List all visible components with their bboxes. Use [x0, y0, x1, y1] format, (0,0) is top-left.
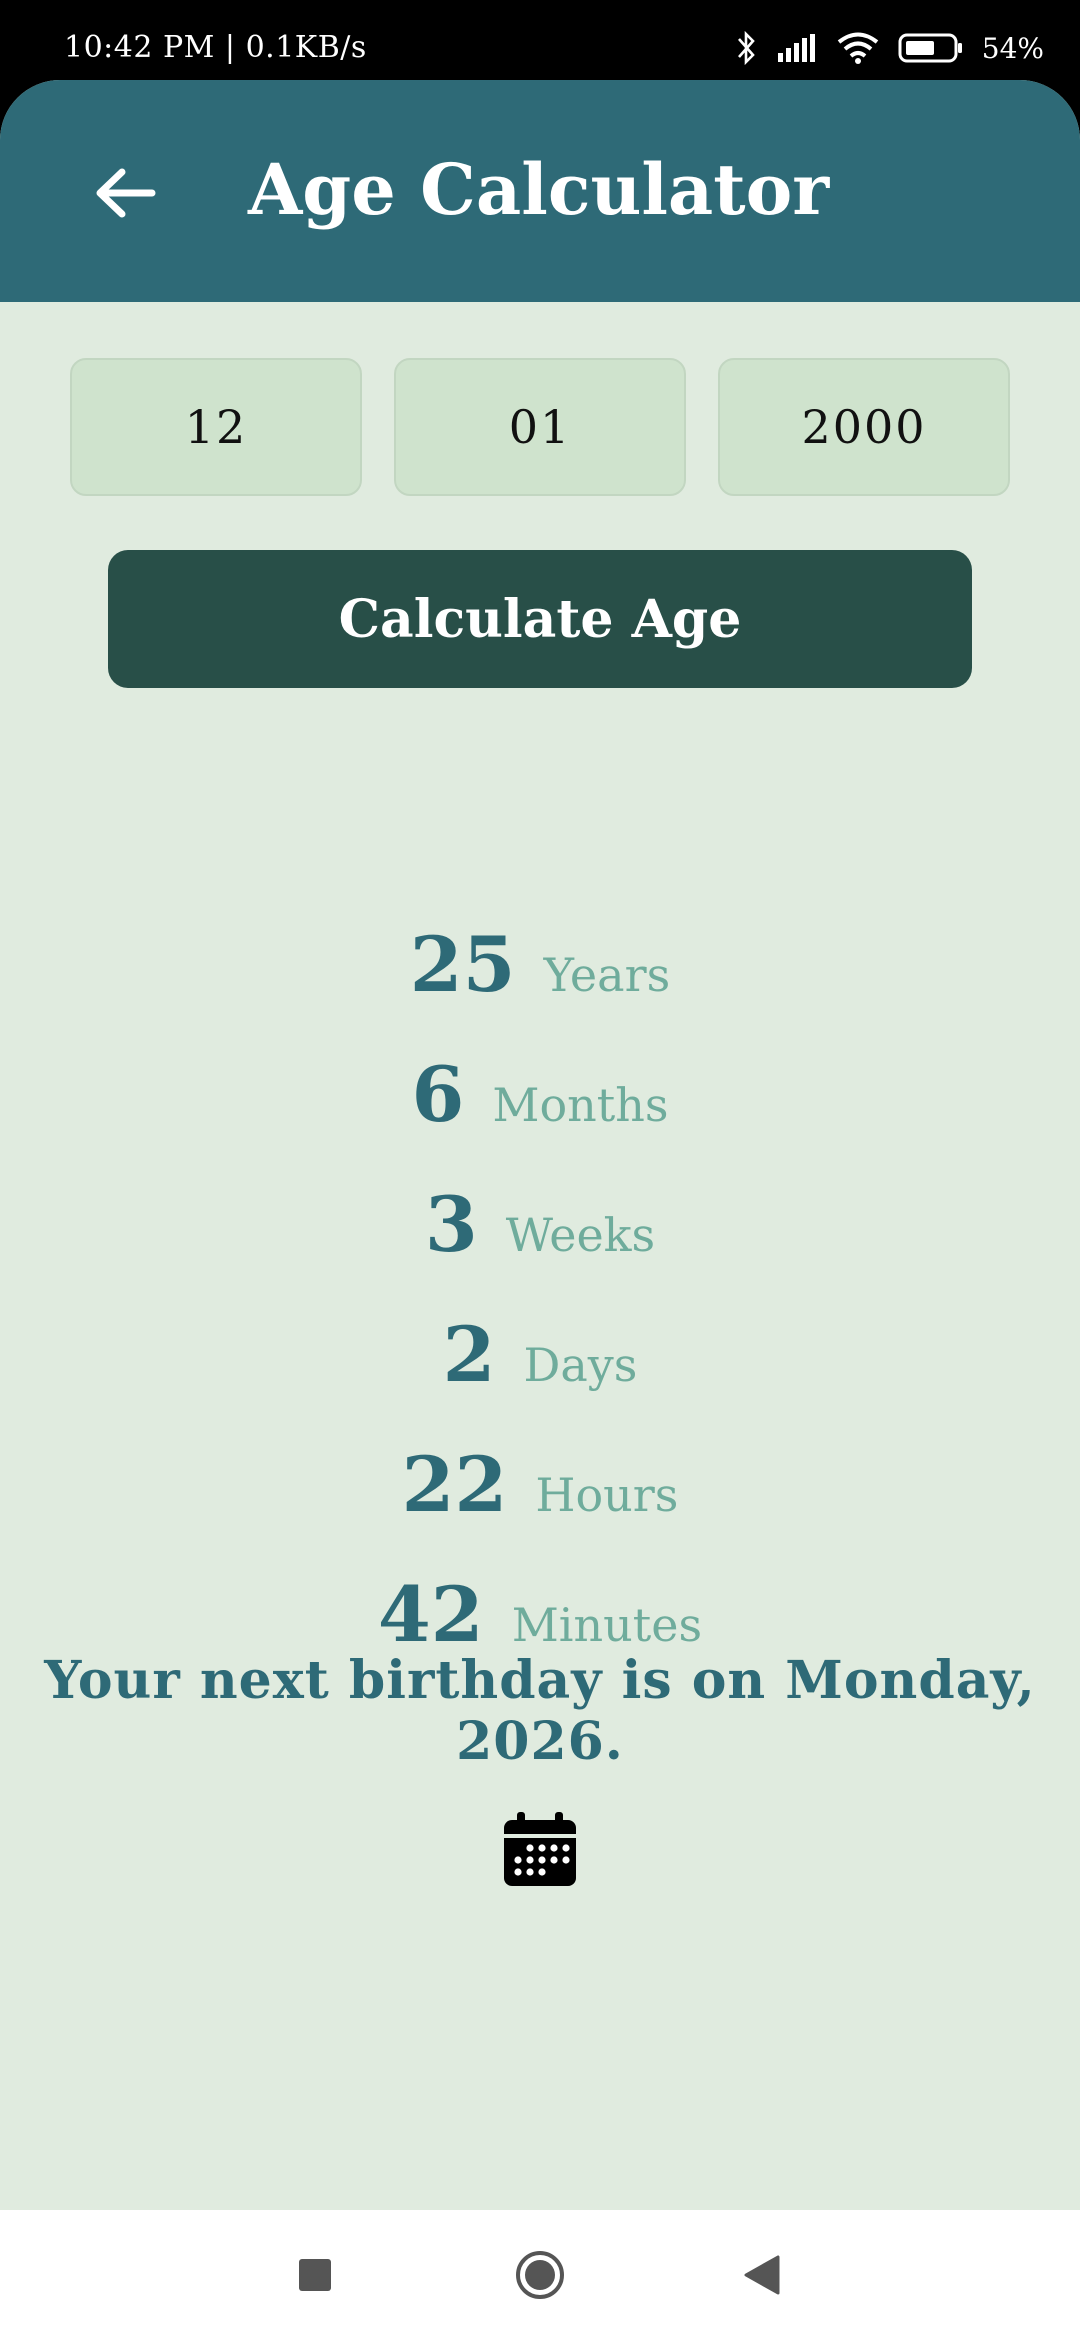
battery-icon: [898, 33, 962, 63]
result-days: 2 Days: [0, 1310, 1080, 1410]
result-value: 2: [442, 1310, 496, 1399]
date-inputs: 12 01 2000: [70, 358, 1010, 496]
next-birthday-text: Your next birthday is on Monday, 2026.: [44, 1650, 1036, 1772]
wifi-icon: [837, 32, 879, 64]
result-value: 22: [401, 1440, 508, 1529]
recents-square-icon: [299, 2259, 331, 2291]
page-title: Age Calculator: [248, 148, 830, 231]
app-bar: Age Calculator: [0, 80, 1080, 302]
result-unit: Hours: [535, 1468, 679, 1522]
result-value: 6: [411, 1050, 465, 1139]
result-value: 42: [377, 1570, 484, 1659]
result-months: 6 Months: [0, 1050, 1080, 1150]
result-unit: Years: [543, 948, 671, 1002]
result-unit: Months: [492, 1078, 669, 1132]
bluetooth-icon: [737, 30, 755, 66]
year-input[interactable]: 2000: [718, 358, 1010, 496]
result-years: 25 Years: [0, 920, 1080, 1020]
status-bar: 10:42 PM | 0.1KB/s 54%: [0, 0, 1080, 90]
back-button[interactable]: [80, 158, 170, 228]
result-weeks: 3 Weeks: [0, 1180, 1080, 1280]
home-button[interactable]: [515, 2250, 565, 2300]
day-input[interactable]: 12: [70, 358, 362, 496]
battery-percent: 54%: [981, 31, 1044, 65]
signal-icon: [777, 34, 815, 62]
home-circle-icon: [516, 2251, 564, 2299]
system-nav-bar: [0, 2210, 1080, 2340]
result-unit: Weeks: [505, 1208, 656, 1262]
app-screen: Age Calculator 12 01 2000 Calculate Age …: [0, 80, 1080, 2210]
back-triangle-icon: [744, 2255, 780, 2295]
calculate-age-button[interactable]: Calculate Age: [108, 550, 972, 688]
recents-button[interactable]: [290, 2250, 340, 2300]
result-unit: Minutes: [511, 1598, 703, 1652]
status-icons: 54%: [736, 26, 1044, 70]
calendar-button[interactable]: [500, 1810, 580, 1890]
back-nav-button[interactable]: [738, 2250, 788, 2300]
arrow-left-icon: [96, 168, 156, 218]
result-unit: Days: [523, 1338, 638, 1392]
status-time-speed: 10:42 PM | 0.1KB/s: [64, 30, 367, 65]
result-value: 3: [424, 1180, 478, 1269]
result-hours: 22 Hours: [0, 1440, 1080, 1540]
month-input[interactable]: 01: [394, 358, 686, 496]
result-value: 25: [409, 920, 516, 1009]
calendar-icon: [504, 1812, 576, 1886]
